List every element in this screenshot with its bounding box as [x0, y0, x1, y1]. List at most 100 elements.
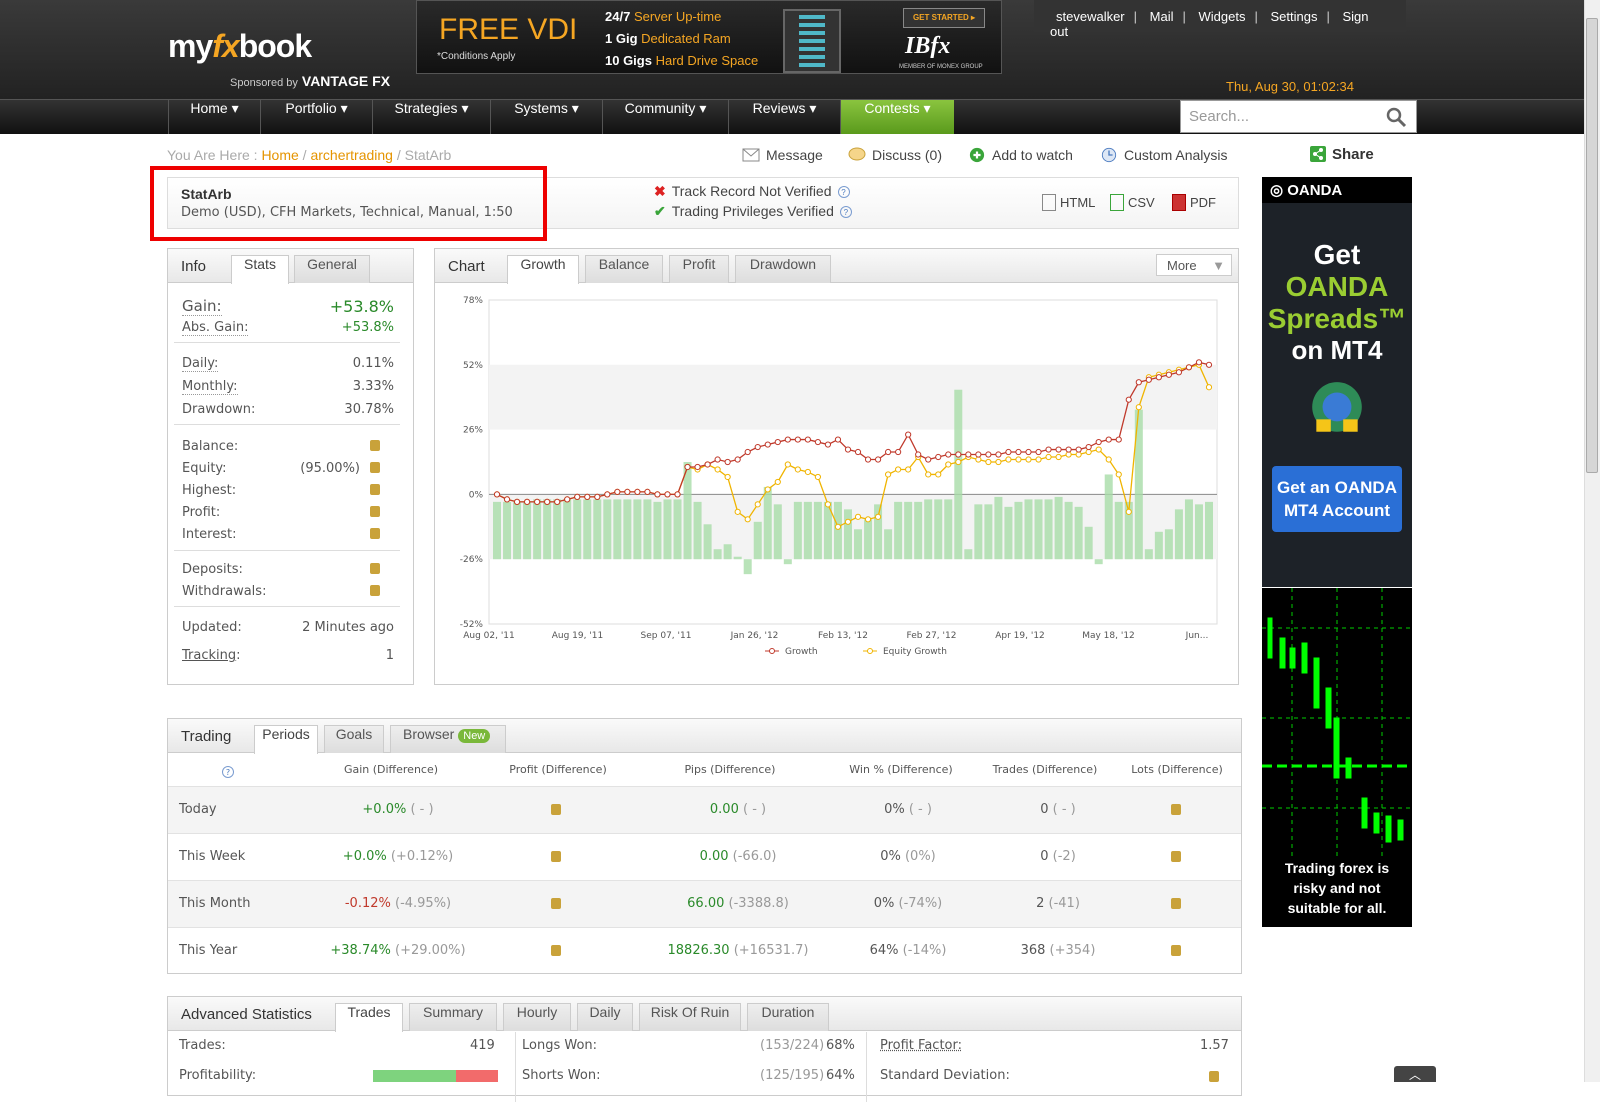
drawdown-bar — [974, 504, 983, 560]
check-icon: ✔ — [654, 203, 666, 219]
series-point — [985, 458, 992, 466]
series-point — [925, 456, 932, 463]
tracking-link[interactable]: Tracking — [182, 648, 236, 663]
more-dropdown[interactable]: More ▼ — [1156, 254, 1232, 276]
tab-daily[interactable]: Daily — [577, 1003, 633, 1031]
drawdown-bar — [854, 529, 863, 560]
nav-portfolio[interactable]: Portfolio ▾ — [260, 100, 372, 134]
drawdown-bar — [513, 501, 522, 560]
help-icon[interactable]: ? — [837, 186, 850, 198]
tab-growth[interactable]: Growth — [507, 255, 579, 284]
widgets-link[interactable]: Widgets — [1199, 9, 1246, 24]
series-point — [995, 458, 1002, 466]
lock-icon — [370, 506, 380, 517]
drawdown-bar — [1154, 531, 1163, 560]
tab-periods[interactable]: Periods — [254, 725, 318, 754]
lock-icon — [370, 528, 380, 539]
help-icon[interactable]: ? — [222, 766, 234, 778]
nav-home[interactable]: Home ▾ — [168, 100, 260, 134]
nav-contests[interactable]: Contests ▾ — [840, 100, 954, 134]
breadcrumb-user[interactable]: archertrading — [310, 147, 393, 163]
series-point — [905, 466, 912, 473]
server-icon — [783, 9, 841, 73]
series-point — [945, 451, 952, 458]
tab-hourly[interactable]: Hourly — [503, 1003, 571, 1031]
series-point — [854, 448, 862, 456]
tab-duration[interactable]: Duration — [747, 1003, 829, 1031]
export-pdf-button[interactable]: PDF — [1172, 194, 1216, 211]
advanced-stats-panel: Advanced Statistics Trades Summary Hourl… — [167, 996, 1242, 1102]
oanda-ad[interactable]: ◎ OANDA Get OANDA Spreads™ on MT4 Get an… — [1262, 177, 1412, 587]
html-file-icon — [1042, 194, 1056, 211]
lock-icon — [370, 462, 380, 473]
lock-icon — [370, 563, 380, 574]
scrollbar-thumb[interactable] — [1586, 18, 1598, 473]
series-point — [1065, 446, 1072, 453]
tab-balance[interactable]: Balance — [585, 255, 663, 283]
series-point — [1095, 446, 1102, 453]
x-tick-label: Feb 13, '12 — [818, 631, 868, 641]
nav-strategies[interactable]: Strategies ▾ — [372, 100, 490, 134]
share-button[interactable]: Share — [1310, 146, 1374, 163]
series-point — [634, 488, 641, 496]
trading-row: This Week +0.0% (+0.12%) 0.00 (-66.0) 0% (0… — [168, 833, 1241, 880]
series-point — [764, 486, 771, 493]
tab-summary[interactable]: Summary — [409, 1003, 497, 1031]
series-point — [604, 491, 611, 498]
username-link[interactable]: stevewalker — [1056, 9, 1125, 24]
series-point — [1155, 374, 1162, 381]
series-point — [1025, 448, 1032, 456]
plus-icon — [969, 147, 985, 163]
series-point — [754, 443, 761, 451]
search-input[interactable]: Search... — [1180, 100, 1417, 133]
nav-reviews[interactable]: Reviews ▾ — [728, 100, 840, 134]
drawdown-bar — [643, 499, 652, 560]
vantagefx-logo[interactable]: VANTAGE FX — [302, 73, 390, 89]
add-to-watch-button[interactable]: Add to watch — [968, 147, 1073, 163]
scroll-to-top-button[interactable]: ︿ — [1394, 1066, 1436, 1082]
drawdown-bar — [914, 501, 923, 560]
series-point — [1085, 443, 1092, 451]
series-point — [1125, 508, 1132, 515]
tab-general[interactable]: General — [294, 255, 370, 283]
series-point — [544, 498, 551, 505]
drawdown-bar — [563, 499, 572, 560]
custom-analysis-button[interactable]: Custom Analysis — [1100, 147, 1227, 163]
get-started-button[interactable]: GET STARTED ▸ — [903, 8, 985, 28]
tab-drawdown[interactable]: Drawdown — [735, 255, 831, 283]
highlight-box — [150, 166, 547, 241]
drawdown-bar — [703, 524, 712, 560]
ad-banner-vdi[interactable]: FREE VDI *Conditions Apply 24/7 Server U… — [416, 0, 1002, 74]
tab-profit[interactable]: Profit — [669, 255, 729, 283]
get-oanda-account-button[interactable]: Get an OANDA MT4 Account — [1272, 466, 1402, 532]
drawdown-bar — [1174, 509, 1183, 560]
discuss-button[interactable]: Discuss (0) — [848, 147, 942, 163]
search-icon[interactable] — [1385, 106, 1407, 128]
series-point — [925, 471, 932, 478]
oanda-logo: ◎ OANDA — [1262, 177, 1412, 203]
envelope-icon — [742, 148, 760, 162]
myfxbook-logo[interactable]: myfxbook — [168, 28, 312, 65]
message-button[interactable]: Message — [742, 147, 823, 163]
tab-risk-of-ruin[interactable]: Risk Of Ruin — [639, 1003, 741, 1031]
forex-chart-ad[interactable]: Trading forex is risky and not suitable fo… — [1262, 588, 1412, 927]
export-html-button[interactable]: HTML — [1042, 194, 1095, 211]
breadcrumb-home[interactable]: Home — [261, 147, 298, 163]
export-csv-button[interactable]: CSV — [1110, 194, 1155, 211]
series-point — [513, 498, 521, 505]
drawdown-bar — [994, 496, 1003, 560]
tab-stats[interactable]: Stats — [231, 255, 289, 284]
tab-goals[interactable]: Goals — [324, 725, 384, 753]
tab-trades[interactable]: Trades — [335, 1003, 403, 1032]
settings-link[interactable]: Settings — [1271, 9, 1318, 24]
series-point — [844, 446, 852, 453]
drawdown-bar — [533, 499, 542, 560]
nav-community[interactable]: Community ▾ — [602, 100, 728, 134]
drawdown-bar — [1024, 499, 1033, 560]
tab-browser[interactable]: Browser New — [390, 725, 506, 753]
series-point — [794, 466, 801, 473]
series-point — [895, 448, 902, 456]
help-icon[interactable]: ? — [839, 206, 852, 218]
mail-link[interactable]: Mail — [1150, 9, 1174, 24]
nav-systems[interactable]: Systems ▾ — [490, 100, 602, 134]
